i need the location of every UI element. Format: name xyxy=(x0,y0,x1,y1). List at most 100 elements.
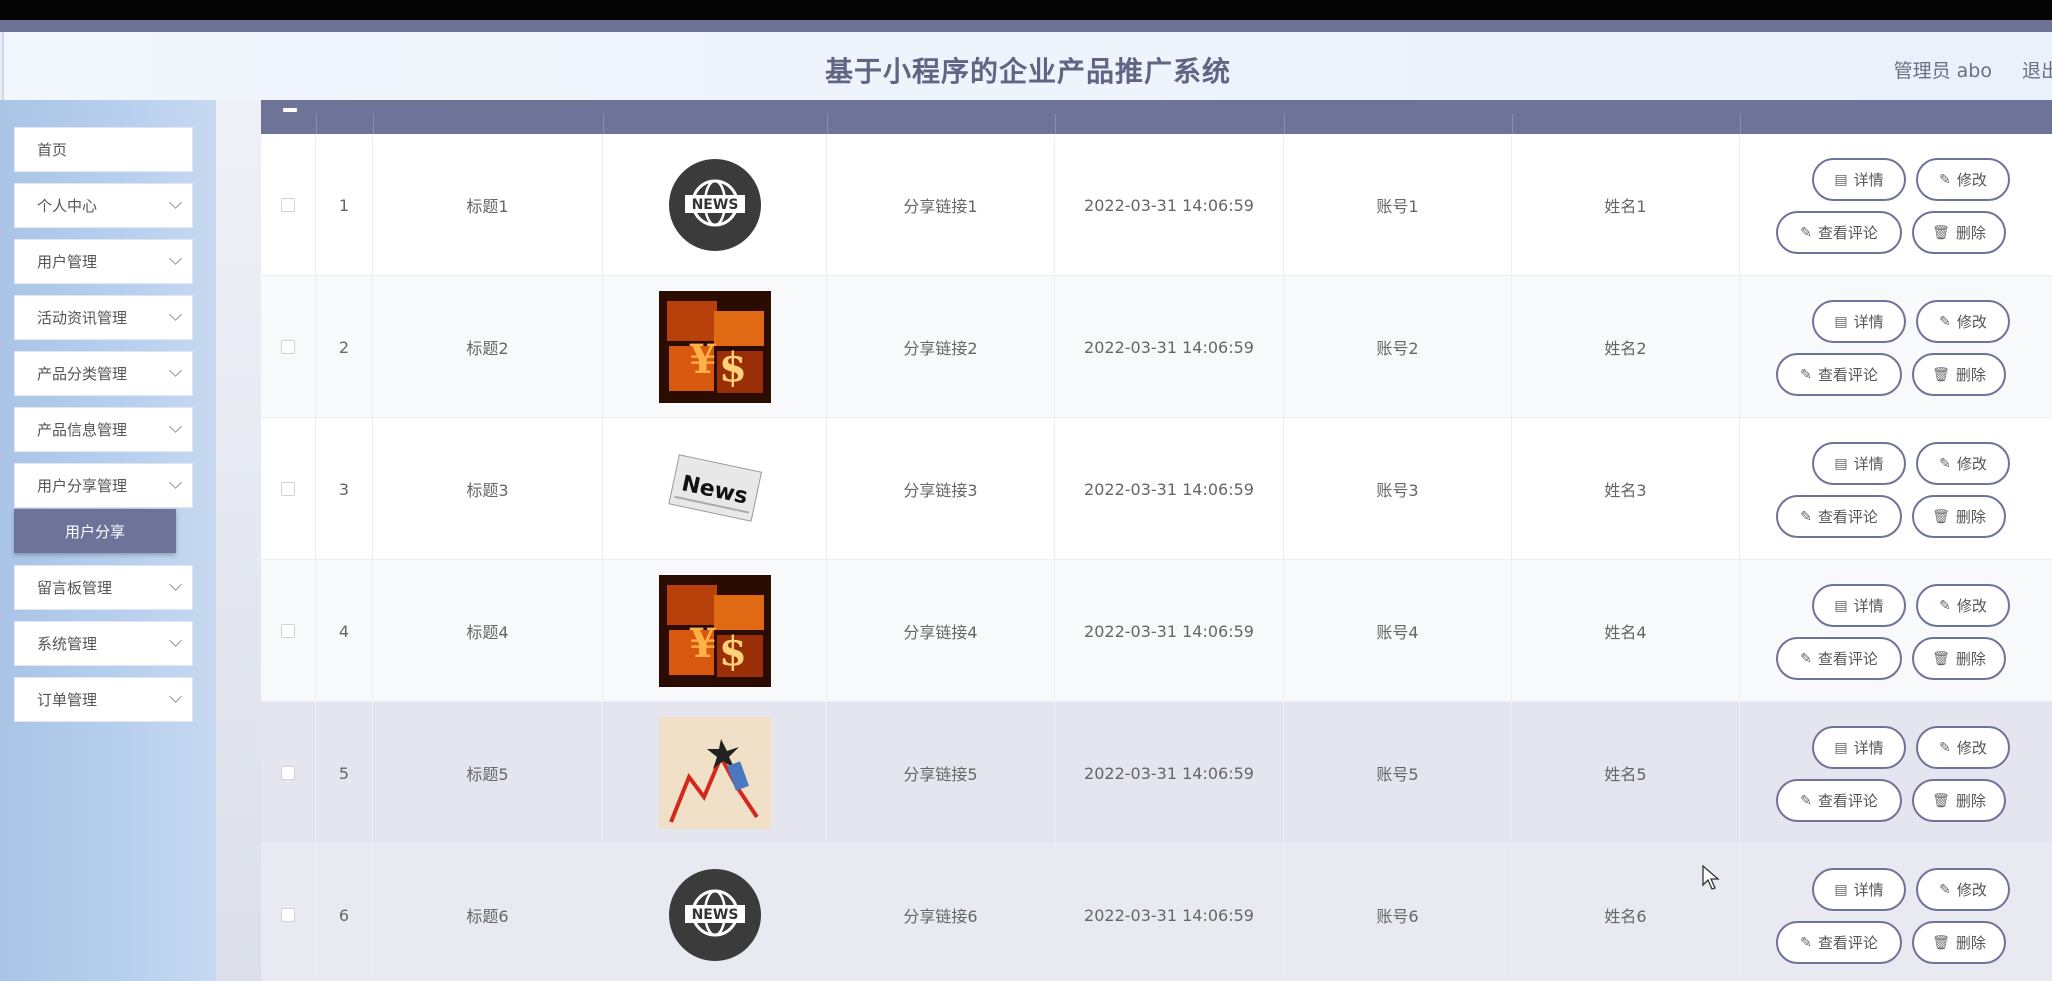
view-comments-button[interactable]: ✎ 查看评论 xyxy=(1776,921,1902,964)
row-checkbox[interactable] xyxy=(281,340,295,354)
header-divider xyxy=(827,114,828,134)
row-actions: ▤ 详情 ✎ 修改 ✎ 查看评论 🗑 删除 xyxy=(1740,418,2052,560)
row-share-link: 分享链接5 xyxy=(827,702,1055,844)
sidebar-item-system-management[interactable]: 系统管理 xyxy=(14,621,193,666)
row-checkbox[interactable] xyxy=(281,482,295,496)
row-checkbox[interactable] xyxy=(281,908,295,922)
sidebar-item-personal-center[interactable]: 个人中心 xyxy=(14,183,193,228)
row-index: 2 xyxy=(316,276,373,418)
row-checkbox[interactable] xyxy=(281,766,295,780)
detail-button[interactable]: ▤ 详情 xyxy=(1812,158,1906,201)
row-name: 姓名4 xyxy=(1512,560,1740,702)
edit-label: 修改 xyxy=(1956,455,1987,473)
delete-button[interactable]: 🗑 删除 xyxy=(1912,637,2006,680)
news-globe-icon: NEWS xyxy=(659,859,771,971)
sidebar-subitem-user-share[interactable]: 用户分享 xyxy=(14,509,176,553)
delete-label: 删除 xyxy=(1955,224,1986,242)
edit-label: 修改 xyxy=(1956,597,1987,615)
view-comments-button[interactable]: ✎ 查看评论 xyxy=(1776,353,1902,396)
svg-text:NEWS: NEWS xyxy=(691,907,738,923)
app-header: 基于小程序的企业产品推广系统 管理员 abo 退出 xyxy=(2,32,2052,100)
pencil-icon: ✎ xyxy=(1800,366,1812,383)
header-divider xyxy=(1512,114,1513,134)
chevron-down-icon xyxy=(169,420,182,433)
comments-label: 查看评论 xyxy=(1817,508,1878,526)
sidebar-item-order-management[interactable]: 订单管理 xyxy=(14,677,193,722)
edit-button[interactable]: ✎ 修改 xyxy=(1916,442,2010,485)
document-icon: ▤ xyxy=(1834,597,1848,614)
edit-button[interactable]: ✎ 修改 xyxy=(1916,868,2010,911)
row-share-link: 分享链接6 xyxy=(827,844,1055,981)
edit-button[interactable]: ✎ 修改 xyxy=(1916,726,2010,769)
sidebar-item-activity-news[interactable]: 活动资讯管理 xyxy=(14,295,193,340)
row-index: 4 xyxy=(316,560,373,702)
delete-label: 删除 xyxy=(1955,366,1986,384)
table-row: 4 标题4 ¥ $ 分享链接4 2022-03-31 14:06:59 账号4 姓名4 ▤ 详情 ✎… xyxy=(261,560,2052,702)
row-share-link: 分享链接3 xyxy=(827,418,1055,560)
svg-text:$: $ xyxy=(719,628,747,675)
sidebar-item-user-management[interactable]: 用户管理 xyxy=(14,239,193,284)
svg-text:¥: ¥ xyxy=(689,620,717,667)
header-divider xyxy=(603,114,604,134)
view-comments-button[interactable]: ✎ 查看评论 xyxy=(1776,779,1902,822)
document-icon: ▤ xyxy=(1834,881,1848,898)
detail-label: 详情 xyxy=(1853,739,1884,757)
edit-label: 修改 xyxy=(1956,171,1987,189)
row-name: 姓名5 xyxy=(1512,702,1740,844)
pencil-icon: ✎ xyxy=(1939,171,1951,188)
view-comments-button[interactable]: ✎ 查看评论 xyxy=(1776,211,1902,254)
select-all-checkbox[interactable] xyxy=(283,108,297,112)
detail-button[interactable]: ▤ 详情 xyxy=(1812,868,1906,911)
finance-money-image: ¥ $ xyxy=(658,575,771,687)
chevron-down-icon xyxy=(169,364,182,377)
delete-button[interactable]: 🗑 删除 xyxy=(1912,211,2006,254)
view-comments-button[interactable]: ✎ 查看评论 xyxy=(1776,637,1902,680)
detail-button[interactable]: ▤ 详情 xyxy=(1812,584,1906,627)
sidebar: 首页 个人中心 用户管理 活动资讯管理 产品分类管理 产品信息管理 用户分享管理… xyxy=(0,100,216,981)
sidebar-item-user-share[interactable]: 用户分享管理 xyxy=(14,463,193,508)
row-title: 标题2 xyxy=(373,276,603,418)
detail-button[interactable]: ▤ 详情 xyxy=(1812,726,1906,769)
table-header xyxy=(261,100,2052,134)
edit-button[interactable]: ✎ 修改 xyxy=(1916,158,2010,201)
sidebar-item-product-info[interactable]: 产品信息管理 xyxy=(14,407,193,452)
row-share-link: 分享链接4 xyxy=(827,560,1055,702)
detail-label: 详情 xyxy=(1853,881,1884,899)
delete-label: 删除 xyxy=(1955,508,1986,526)
logout-link[interactable]: 退出 xyxy=(2022,56,2052,83)
pencil-icon: ✎ xyxy=(1939,881,1951,898)
row-actions: ▤ 详情 ✎ 修改 ✎ 查看评论 🗑 删除 xyxy=(1740,702,2052,844)
row-checkbox[interactable] xyxy=(281,198,295,212)
chevron-down-icon xyxy=(169,196,182,209)
window-accent-strip xyxy=(0,20,2052,32)
sidebar-item-product-category[interactable]: 产品分类管理 xyxy=(14,351,193,396)
trash-icon: 🗑 xyxy=(1932,508,1950,525)
view-comments-button[interactable]: ✎ 查看评论 xyxy=(1776,495,1902,538)
header-divider xyxy=(1284,114,1285,134)
delete-button[interactable]: 🗑 删除 xyxy=(1912,353,2006,396)
edit-label: 修改 xyxy=(1956,313,1987,331)
row-actions: ▤ 详情 ✎ 修改 ✎ 查看评论 🗑 删除 xyxy=(1740,560,2052,702)
row-checkbox[interactable] xyxy=(281,624,295,638)
detail-button[interactable]: ▤ 详情 xyxy=(1812,442,1906,485)
table-row: 5 标题5 分享链接5 2022-03-31 14:06:59 账号5 姓名5 ▤ 详情 ✎ 修改… xyxy=(261,702,2052,844)
delete-button[interactable]: 🗑 删除 xyxy=(1912,495,2006,538)
row-check-cell xyxy=(261,418,316,560)
row-actions: ▤ 详情 ✎ 修改 ✎ 查看评论 🗑 删除 xyxy=(1740,276,2052,418)
delete-button[interactable]: 🗑 删除 xyxy=(1912,921,2006,964)
row-name: 姓名1 xyxy=(1512,134,1740,276)
row-index: 1 xyxy=(316,134,373,276)
row-image-cell xyxy=(603,702,827,844)
sidebar-item-home[interactable]: 首页 xyxy=(14,127,193,172)
row-share-time: 2022-03-31 14:06:59 xyxy=(1055,702,1284,844)
row-index: 5 xyxy=(316,702,373,844)
edit-button[interactable]: ✎ 修改 xyxy=(1916,584,2010,627)
detail-label: 详情 xyxy=(1853,171,1884,189)
svg-text:¥: ¥ xyxy=(689,336,717,383)
sidebar-item-label: 产品分类管理 xyxy=(37,365,128,383)
detail-button[interactable]: ▤ 详情 xyxy=(1812,300,1906,343)
row-share-link: 分享链接2 xyxy=(827,276,1055,418)
sidebar-item-message-board[interactable]: 留言板管理 xyxy=(14,565,193,610)
edit-button[interactable]: ✎ 修改 xyxy=(1916,300,2010,343)
delete-button[interactable]: 🗑 删除 xyxy=(1912,779,2006,822)
